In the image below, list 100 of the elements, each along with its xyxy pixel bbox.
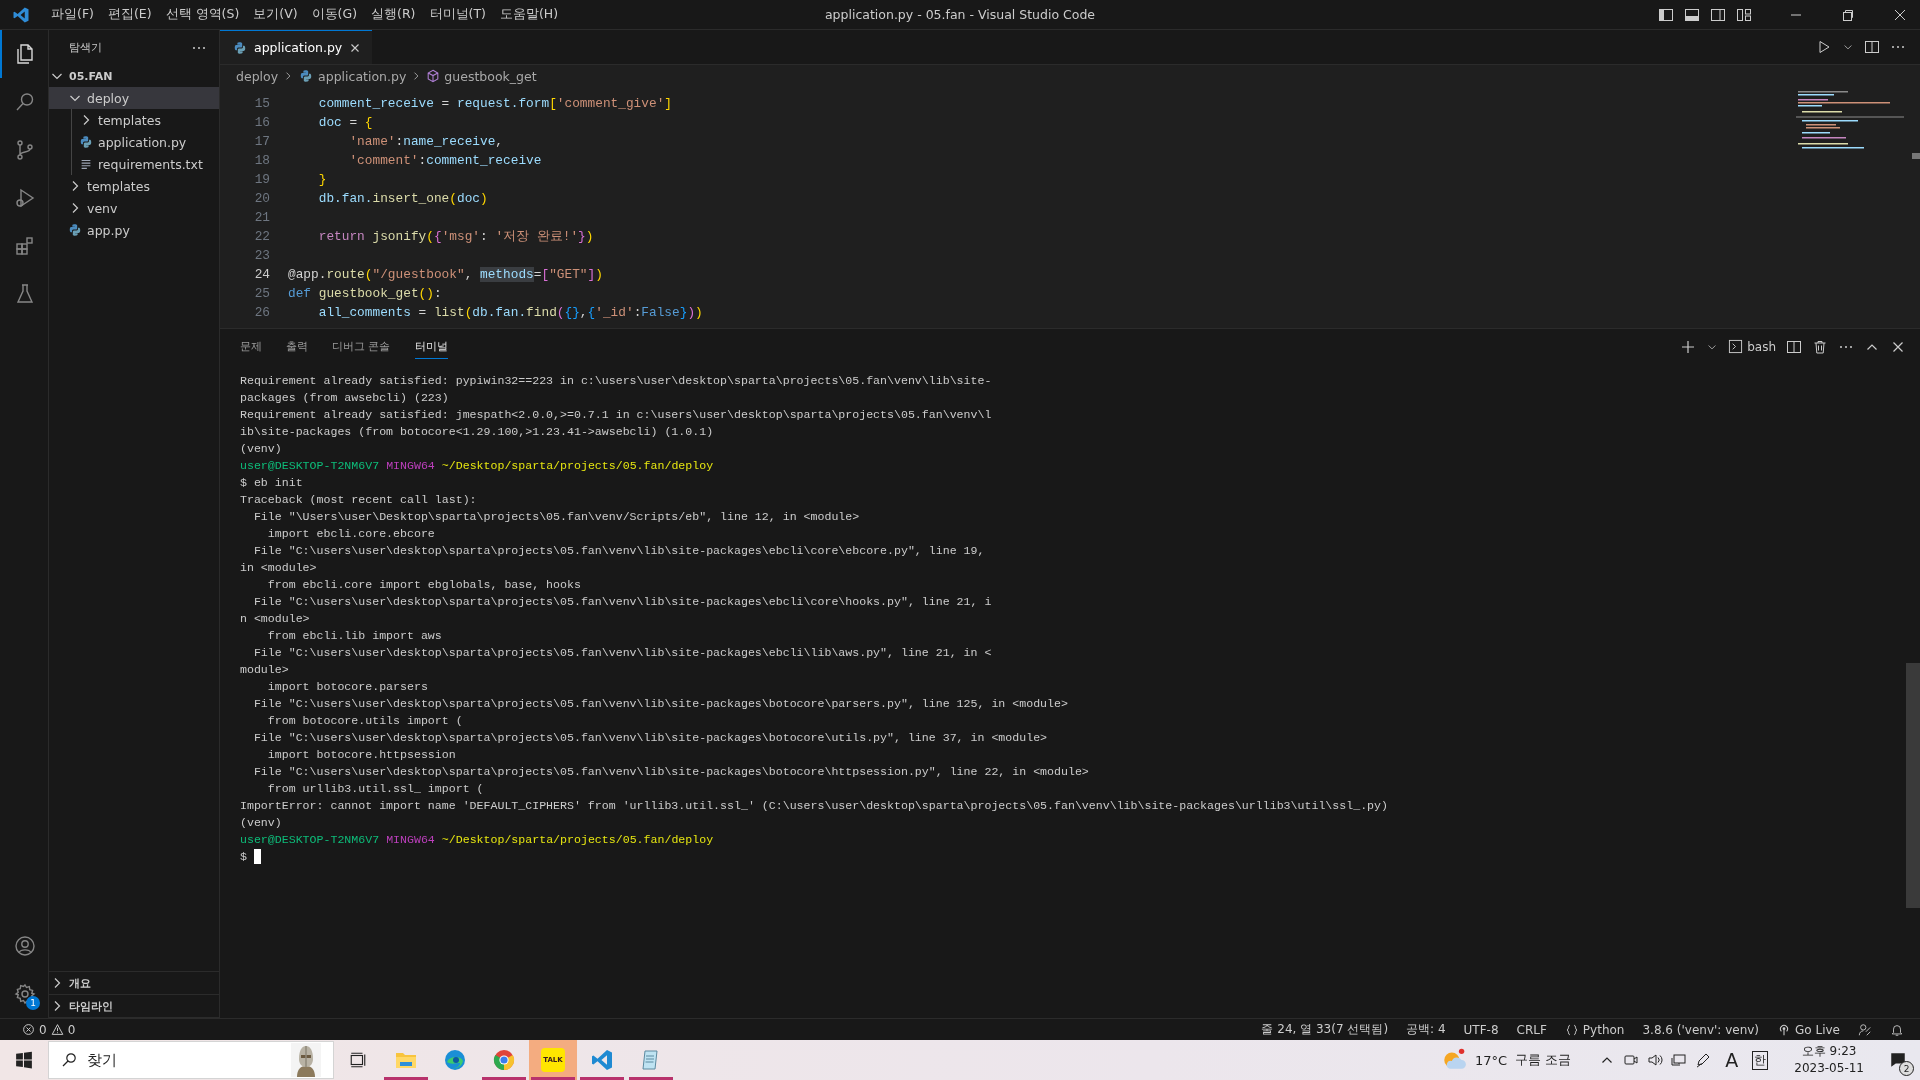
- search-icon: [61, 1052, 77, 1068]
- function-token: insert_one: [372, 191, 450, 206]
- search-field[interactable]: 찾기: [48, 1041, 334, 1079]
- file-item[interactable]: app.py: [49, 219, 219, 241]
- code-token: :: [480, 229, 489, 244]
- terminal-line: in <module>: [240, 560, 318, 576]
- language-mode[interactable]: Python: [1556, 1022, 1633, 1037]
- code-token: =: [418, 305, 428, 320]
- function-token: list: [433, 305, 465, 320]
- menu-item[interactable]: 도움말(H): [492, 6, 566, 23]
- menu-item[interactable]: 파일(F): [44, 6, 101, 23]
- terminal-line: import botocore.httpsession: [266, 747, 457, 763]
- windows-start-icon[interactable]: [15, 1051, 33, 1069]
- terminal-line: import ebcli.core.ebcore: [266, 526, 436, 542]
- browser-icon: [443, 1048, 467, 1072]
- task-view-icon[interactable]: [349, 1051, 367, 1069]
- status-item[interactable]: UTF-8: [1455, 1022, 1507, 1037]
- bracket-token: (: [556, 305, 565, 320]
- panel-tab[interactable]: 터미널: [414, 334, 448, 359]
- terminal-selector[interactable]: bash: [1728, 339, 1776, 354]
- add-icon[interactable]: [1680, 338, 1697, 355]
- bracket-token: (): [418, 286, 434, 301]
- prompt-path: ~/Desktop/sparta/projects/05.fan/deploy: [441, 833, 714, 846]
- warning-icon: [50, 1023, 64, 1036]
- go-live-button[interactable]: Go Live: [1769, 1022, 1848, 1037]
- layout-icon[interactable]: [1736, 6, 1752, 23]
- status-item[interactable]: 줄 24, 열 33(7 선택됨): [1253, 1021, 1397, 1038]
- split-terminal-icon[interactable]: [1786, 338, 1802, 355]
- breadcrumb-item[interactable]: guestbook_get: [444, 68, 537, 84]
- string-token: 'msg': [441, 229, 481, 244]
- pen-icon[interactable]: [1695, 1052, 1712, 1068]
- function-token: guestbook_get: [318, 286, 419, 301]
- speaker-icon[interactable]: [1647, 1052, 1664, 1068]
- line-number: 26: [253, 305, 270, 320]
- code-token: :: [395, 134, 404, 149]
- terminal-line: n <module>: [240, 611, 311, 627]
- folder-item[interactable]: 05.FAN: [49, 65, 219, 87]
- terminal-line: from urllib3.util.ssl_ import (: [266, 781, 485, 797]
- bell-icon[interactable]: [1890, 1022, 1904, 1037]
- panel-tab[interactable]: 출력: [286, 334, 308, 359]
- bracket-token: (: [426, 229, 434, 244]
- terminal-line: (venv): [240, 441, 283, 457]
- breadcrumb-item[interactable]: application.py: [318, 68, 407, 84]
- editor-tab[interactable]: application.py: [220, 30, 373, 64]
- settings-icon[interactable]: [13, 982, 37, 1006]
- menu-item[interactable]: 이동(G): [304, 6, 365, 23]
- folder-item[interactable]: templates: [50, 109, 219, 131]
- code-token: ,: [495, 134, 504, 149]
- menu-item[interactable]: 터미널(T): [422, 6, 493, 23]
- secondary-sidebar-icon[interactable]: [1710, 6, 1726, 23]
- code-token: :: [633, 305, 642, 320]
- trash-icon[interactable]: [1812, 338, 1828, 355]
- terminal-line: File "C:\users\user\desktop\sparta\projects\05.fan\venv\lib\site-packages\ebcli\core\hooks.py", line 21, i: [252, 594, 993, 610]
- variable-token: comment_receive: [318, 96, 434, 111]
- terminal-line: from ebcli.core import ebglobals, base, hooks: [266, 577, 582, 593]
- breadcrumb-item[interactable]: deploy: [236, 68, 279, 84]
- split-editor-icon[interactable]: [1864, 39, 1880, 55]
- folder-item[interactable]: venv: [49, 197, 219, 219]
- prompt-user: user@DESKTOP-T2NM6V7: [240, 833, 380, 846]
- section-header[interactable]: 개요: [49, 972, 219, 995]
- bracket-token: }: [679, 305, 688, 320]
- input-mode-indicator[interactable]: A: [1725, 1049, 1739, 1071]
- function-token: route: [326, 267, 365, 282]
- folder-item[interactable]: templates: [49, 175, 219, 197]
- status-item[interactable]: 공백: 4: [1398, 1021, 1454, 1038]
- status-item[interactable]: 3.8.6 ('venv': venv): [1634, 1022, 1768, 1037]
- menu-item[interactable]: 실행(R): [364, 6, 423, 23]
- running-indicator: [629, 1077, 673, 1080]
- menu-item[interactable]: 보기(V): [246, 6, 305, 23]
- scrollbar-thumb[interactable]: [1906, 663, 1920, 908]
- ime-indicator[interactable]: 한: [1752, 1050, 1769, 1070]
- feedback-icon[interactable]: [1858, 1022, 1872, 1037]
- scrollbar-marker: [1912, 153, 1920, 159]
- weather-condition[interactable]: 구름 조금: [1515, 1051, 1572, 1069]
- panel-toggle-icon[interactable]: [1684, 6, 1700, 23]
- file-item[interactable]: requirements.txt: [50, 153, 219, 175]
- menu-item[interactable]: 편집(E): [100, 6, 159, 23]
- string-token: 'comment_give': [556, 96, 665, 111]
- problems-indicator[interactable]: 0 0: [14, 1022, 84, 1037]
- variable-token: db.fan.: [318, 191, 373, 206]
- file-item[interactable]: application.py: [50, 131, 219, 153]
- line-number: 24: [253, 267, 270, 282]
- bracket-token: {: [433, 229, 442, 244]
- bracket-token: ]: [664, 96, 672, 111]
- temperature[interactable]: 17°C: [1475, 1052, 1508, 1068]
- sidebar-toggle-icon[interactable]: [1658, 6, 1674, 23]
- panel-tab[interactable]: 문제: [240, 334, 262, 359]
- function-token: find: [526, 305, 557, 320]
- status-item[interactable]: CRLF: [1508, 1022, 1555, 1037]
- run-icon[interactable]: [1816, 39, 1832, 55]
- bracket-token: ]: [587, 267, 596, 282]
- clock[interactable]: 오후 9:23 2023-05-11: [1794, 1043, 1864, 1077]
- camera-icon[interactable]: [1623, 1052, 1640, 1068]
- folder-item[interactable]: deploy: [49, 87, 219, 109]
- terminal-line: from ebcli.lib import aws: [266, 628, 443, 644]
- panel-tab[interactable]: 디버그 콘솔: [332, 334, 391, 359]
- menu-item[interactable]: 선택 영역(S): [158, 6, 247, 23]
- network-icon[interactable]: [1671, 1052, 1688, 1068]
- bracket-token: {}: [564, 305, 580, 320]
- error-icon: [22, 1023, 35, 1036]
